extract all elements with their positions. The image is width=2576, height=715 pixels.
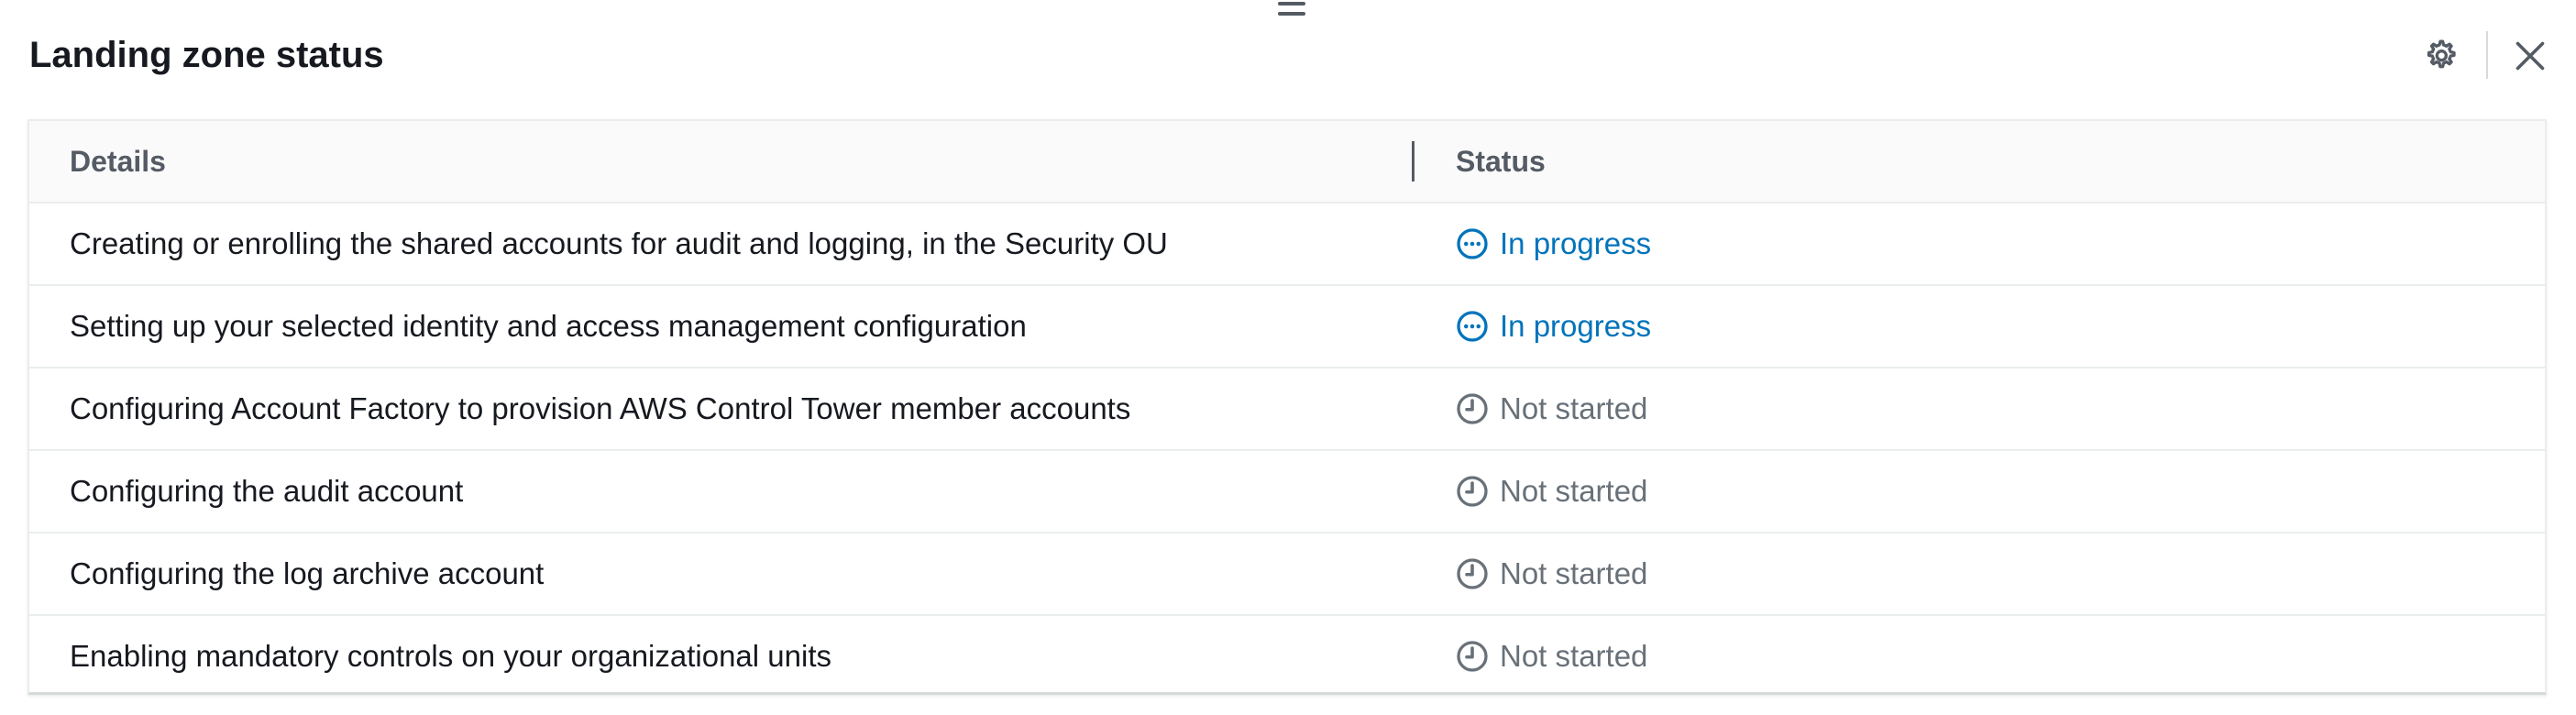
status-label: In progress [1500,226,1652,260]
gear-icon [2427,39,2456,69]
table-row: Configuring Account Factory to provision… [29,368,2545,451]
clock-icon [1456,475,1489,508]
landing-zone-status-table: Details Status Creating or enrolling the… [28,119,2547,695]
row-details: Configuring Account Factory to provision… [70,391,1131,425]
status-label: Not started [1500,556,1648,590]
table-row: Configuring the audit account Not started [29,451,2545,534]
status-label: Not started [1500,391,1648,425]
table-body: Creating or enrolling the shared account… [29,204,2545,698]
panel-title: Landing zone status [29,35,384,75]
clock-icon [1456,392,1489,425]
close-icon [2515,41,2545,71]
status-label: Not started [1500,639,1648,673]
close-button[interactable] [2507,33,2553,79]
row-details: Setting up your selected identity and ac… [70,309,1027,343]
table-row: Setting up your selected identity and ac… [29,286,2545,368]
column-header-status: Status [1456,145,1546,178]
panel-header: Landing zone status [0,0,2576,112]
row-details: Enabling mandatory controls on your orga… [70,639,831,673]
column-header-details: Details [70,145,166,178]
row-status: Not started [1456,534,1647,614]
row-status: Not started [1456,451,1647,532]
row-details: Creating or enrolling the shared account… [70,226,1168,260]
row-status: In progress [1456,286,1651,367]
table-header: Details Status [29,121,2545,204]
table-row: Configuring the log archive account Not s… [29,534,2545,616]
header-divider [2486,31,2488,79]
column-resizer[interactable] [1412,141,1415,182]
clock-icon [1456,557,1489,590]
status-label: Not started [1500,474,1648,508]
ellipsis-circle-icon [1456,310,1489,343]
status-label: In progress [1500,309,1652,343]
settings-button[interactable] [2417,33,2463,79]
clock-icon [1456,640,1489,673]
row-status: In progress [1456,204,1651,284]
table-row: Enabling mandatory controls on your orga… [29,616,2545,698]
ellipsis-circle-icon [1456,227,1489,260]
row-details: Configuring the audit account [70,474,464,508]
row-details: Configuring the log archive account [70,556,545,590]
row-status: Not started [1456,368,1647,449]
table-row: Creating or enrolling the shared account… [29,204,2545,286]
row-status: Not started [1456,616,1647,697]
